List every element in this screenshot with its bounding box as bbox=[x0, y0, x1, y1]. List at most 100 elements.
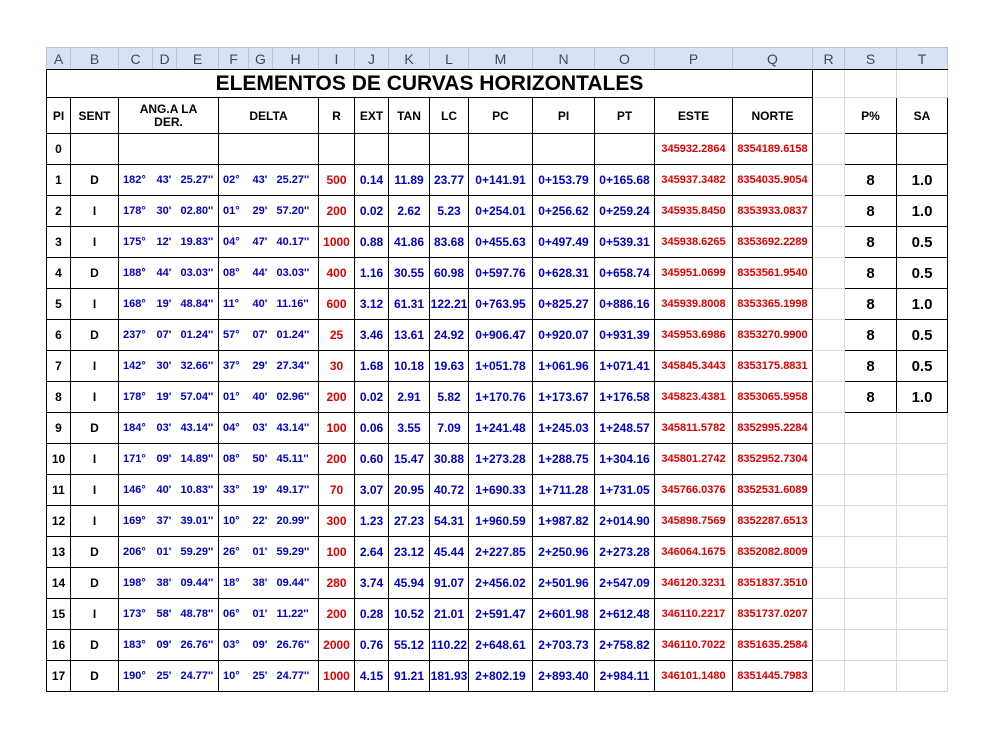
ang-degrees-cell[interactable]: 171° bbox=[118, 443, 153, 475]
ang-minutes-cell[interactable]: 25' bbox=[152, 660, 177, 692]
delta-seconds-cell[interactable]: 02.96'' bbox=[272, 381, 319, 413]
este-cell[interactable]: 346064.1675 bbox=[654, 536, 733, 568]
lc-cell[interactable]: 24.92 bbox=[429, 319, 469, 351]
ext-cell[interactable]: 0.76 bbox=[354, 629, 389, 661]
pc-cell[interactable]: 1+051.78 bbox=[468, 350, 533, 382]
delta-degrees-cell[interactable]: 03° bbox=[218, 629, 249, 661]
ext-cell[interactable]: 3.74 bbox=[354, 567, 389, 599]
lc-cell[interactable]: 5.82 bbox=[429, 381, 469, 413]
pt-cell[interactable]: 0+165.68 bbox=[594, 164, 655, 196]
ang-seconds-cell[interactable]: 48.78'' bbox=[176, 598, 219, 630]
pi-cell[interactable]: 12 bbox=[46, 505, 71, 537]
empty-cell[interactable] bbox=[812, 195, 845, 227]
p-percent-cell[interactable] bbox=[844, 474, 897, 506]
pt-cell[interactable]: 2+758.82 bbox=[594, 629, 655, 661]
empty-cell[interactable] bbox=[896, 69, 948, 98]
p-percent-cell[interactable]: 8 bbox=[844, 226, 897, 258]
pc-cell[interactable]: 0+141.91 bbox=[468, 164, 533, 196]
delta-minutes-cell[interactable]: 29' bbox=[248, 350, 273, 382]
ang-degrees-cell[interactable]: 198° bbox=[118, 567, 153, 599]
ang-minutes-cell[interactable]: 19' bbox=[152, 288, 177, 320]
p-percent-cell[interactable] bbox=[844, 536, 897, 568]
ang-minutes-cell[interactable]: 38' bbox=[152, 567, 177, 599]
header-p[interactable]: P% bbox=[844, 97, 897, 134]
empty-cell[interactable] bbox=[812, 474, 845, 506]
empty-cell[interactable] bbox=[152, 133, 177, 165]
pi-station-cell[interactable]: 2+893.40 bbox=[532, 660, 595, 692]
sa-cell[interactable]: 0.5 bbox=[896, 226, 948, 258]
ext-cell[interactable]: 3.12 bbox=[354, 288, 389, 320]
tan-cell[interactable]: 55.12 bbox=[388, 629, 430, 661]
delta-degrees-cell[interactable]: 57° bbox=[218, 319, 249, 351]
ext-cell[interactable]: 0.88 bbox=[354, 226, 389, 258]
column-header-n[interactable]: N bbox=[532, 47, 595, 70]
norte-cell[interactable]: 8353065.5958 bbox=[732, 381, 813, 413]
pi-cell[interactable]: 14 bbox=[46, 567, 71, 599]
delta-seconds-cell[interactable]: 25.27'' bbox=[272, 164, 319, 196]
lc-cell[interactable]: 54.31 bbox=[429, 505, 469, 537]
delta-minutes-cell[interactable]: 43' bbox=[248, 164, 273, 196]
ext-cell[interactable]: 1.16 bbox=[354, 257, 389, 289]
ext-cell[interactable]: 1.68 bbox=[354, 350, 389, 382]
delta-minutes-cell[interactable]: 03' bbox=[248, 412, 273, 444]
empty-cell[interactable] bbox=[812, 536, 845, 568]
lc-cell[interactable]: 30.88 bbox=[429, 443, 469, 475]
pi-station-cell[interactable]: 1+173.67 bbox=[532, 381, 595, 413]
sent-cell[interactable]: I bbox=[70, 195, 119, 227]
delta-degrees-cell[interactable]: 08° bbox=[218, 257, 249, 289]
p-percent-cell[interactable]: 8 bbox=[844, 195, 897, 227]
radius-cell[interactable]: 200 bbox=[318, 381, 355, 413]
delta-minutes-cell[interactable]: 07' bbox=[248, 319, 273, 351]
pc-cell[interactable]: 2+648.61 bbox=[468, 629, 533, 661]
sa-cell[interactable] bbox=[896, 412, 948, 444]
tan-cell[interactable]: 15.47 bbox=[388, 443, 430, 475]
ext-cell[interactable]: 0.02 bbox=[354, 381, 389, 413]
tan-cell[interactable]: 30.55 bbox=[388, 257, 430, 289]
delta-degrees-cell[interactable]: 10° bbox=[218, 660, 249, 692]
ang-minutes-cell[interactable]: 19' bbox=[152, 381, 177, 413]
radius-cell[interactable]: 300 bbox=[318, 505, 355, 537]
norte-cell[interactable]: 8352531.6089 bbox=[732, 474, 813, 506]
delta-seconds-cell[interactable]: 27.34'' bbox=[272, 350, 319, 382]
column-header-e[interactable]: E bbox=[176, 47, 219, 70]
ang-seconds-cell[interactable]: 25.27'' bbox=[176, 164, 219, 196]
sent-cell[interactable]: I bbox=[70, 288, 119, 320]
norte-cell[interactable]: 8354035.9054 bbox=[732, 164, 813, 196]
ang-degrees-cell[interactable]: 178° bbox=[118, 195, 153, 227]
este-cell[interactable]: 345932.2864 bbox=[654, 133, 733, 165]
delta-minutes-cell[interactable]: 38' bbox=[248, 567, 273, 599]
column-header-c[interactable]: C bbox=[118, 47, 153, 70]
pc-cell[interactable]: 1+273.28 bbox=[468, 443, 533, 475]
delta-seconds-cell[interactable]: 11.16'' bbox=[272, 288, 319, 320]
p-percent-cell[interactable] bbox=[844, 567, 897, 599]
este-cell[interactable]: 346120.3231 bbox=[654, 567, 733, 599]
sa-cell[interactable]: 1.0 bbox=[896, 164, 948, 196]
pi-station-cell[interactable]: 2+703.73 bbox=[532, 629, 595, 661]
delta-seconds-cell[interactable]: 03.03'' bbox=[272, 257, 319, 289]
delta-seconds-cell[interactable]: 40.17'' bbox=[272, 226, 319, 258]
pi-cell[interactable]: 3 bbox=[46, 226, 71, 258]
pt-cell[interactable]: 1+071.41 bbox=[594, 350, 655, 382]
pt-cell[interactable]: 1+731.05 bbox=[594, 474, 655, 506]
delta-seconds-cell[interactable]: 57.20'' bbox=[272, 195, 319, 227]
delta-minutes-cell[interactable]: 29' bbox=[248, 195, 273, 227]
column-header-f[interactable]: F bbox=[218, 47, 249, 70]
sent-cell[interactable]: I bbox=[70, 381, 119, 413]
ang-degrees-cell[interactable]: 190° bbox=[118, 660, 153, 692]
ang-seconds-cell[interactable]: 48.84'' bbox=[176, 288, 219, 320]
tan-cell[interactable]: 2.91 bbox=[388, 381, 430, 413]
ang-seconds-cell[interactable]: 59.29'' bbox=[176, 536, 219, 568]
pi-station-cell[interactable]: 0+497.49 bbox=[532, 226, 595, 258]
empty-cell[interactable] bbox=[70, 133, 119, 165]
empty-cell[interactable] bbox=[812, 69, 845, 98]
delta-degrees-cell[interactable]: 33° bbox=[218, 474, 249, 506]
delta-degrees-cell[interactable]: 01° bbox=[218, 381, 249, 413]
pt-cell[interactable]: 0+259.24 bbox=[594, 195, 655, 227]
tan-cell[interactable]: 2.62 bbox=[388, 195, 430, 227]
delta-seconds-cell[interactable]: 09.44'' bbox=[272, 567, 319, 599]
delta-minutes-cell[interactable]: 25' bbox=[248, 660, 273, 692]
empty-cell[interactable] bbox=[812, 598, 845, 630]
sa-cell[interactable]: 1.0 bbox=[896, 381, 948, 413]
este-cell[interactable]: 345766.0376 bbox=[654, 474, 733, 506]
ang-seconds-cell[interactable]: 26.76'' bbox=[176, 629, 219, 661]
